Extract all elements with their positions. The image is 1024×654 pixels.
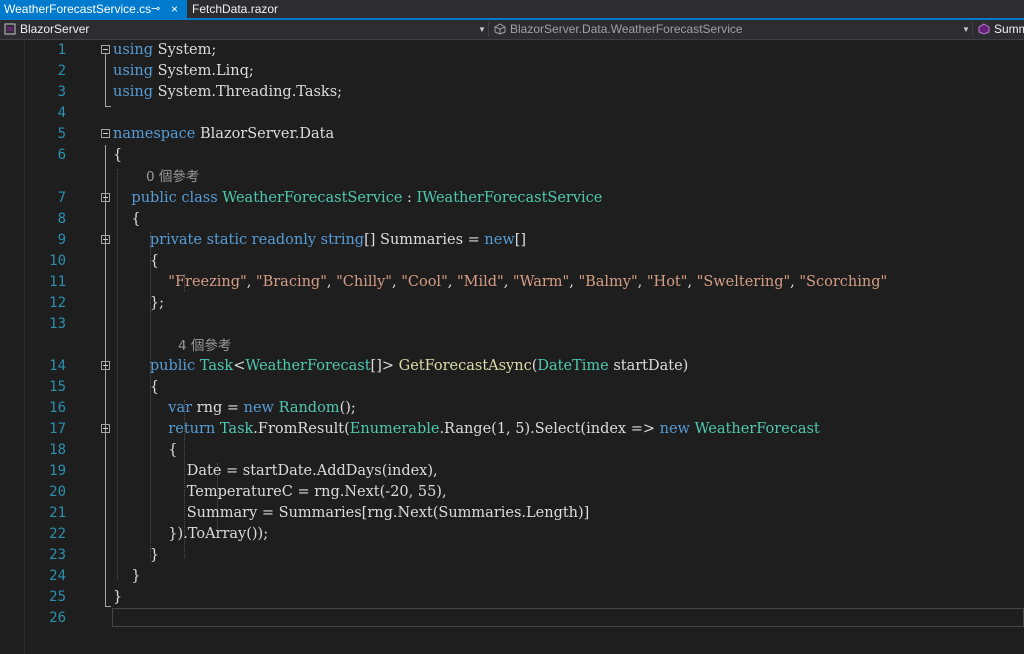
line-number: 26 [49, 610, 66, 626]
code-line: 8 { [0, 209, 1024, 230]
divider [972, 22, 973, 37]
code-line: 6 { [0, 145, 1024, 166]
close-icon[interactable]: × [171, 0, 178, 18]
tab-fetchdata[interactable]: FetchData.razor [188, 0, 288, 18]
code-line: 21 Summary = Summaries[rng.Next(Summarie… [0, 503, 1024, 524]
code-line: 5 namespace BlazorServer.Data [0, 124, 1024, 145]
line-number: 12 [49, 295, 66, 311]
method-icon [978, 23, 990, 35]
line-number: 9 [57, 232, 66, 248]
code-line: 14 public Task<WeatherForecast[]> GetFor… [0, 356, 1024, 377]
type-dropdown[interactable]: BlazorServer.Data.WeatherForecastService [490, 20, 968, 39]
collapse-icon[interactable] [101, 129, 110, 138]
codelens-references[interactable]: 4 個參考 [0, 336, 1024, 357]
line-number: 6 [57, 147, 66, 163]
code-line: 17 return Task.FromResult(Enumerable.Ran… [0, 419, 1024, 440]
line-number: 24 [49, 568, 66, 584]
collapse-icon[interactable] [101, 424, 110, 433]
code-line: 15 { [0, 377, 1024, 398]
pin-icon[interactable]: ⊸ [151, 0, 160, 18]
code-editor[interactable]: 1 using System; 2 using System.Linq; 3 u… [0, 40, 1024, 654]
divider [488, 22, 489, 37]
navigation-bar: BlazorServer ▼ BlazorServer.Data.Weather… [0, 20, 1024, 40]
line-number: 11 [49, 274, 66, 290]
line-number: 19 [49, 463, 66, 479]
line-number: 23 [49, 547, 66, 563]
line-number: 5 [57, 126, 66, 142]
project-name: BlazorServer [20, 22, 90, 36]
code-line: 11 "Freezing", "Bracing", "Chilly", "Coo… [0, 272, 1024, 293]
line-number: 4 [57, 105, 66, 121]
type-name: BlazorServer.Data.WeatherForecastService [510, 22, 743, 36]
code-line: 10 { [0, 251, 1024, 272]
code-line-current[interactable]: 26 [0, 608, 1024, 629]
line-number: 15 [49, 379, 66, 395]
code-line: 4 [0, 103, 1024, 124]
member-dropdown[interactable]: Summ [974, 20, 1024, 39]
code-line: 25 } [0, 587, 1024, 608]
line-number: 17 [49, 421, 66, 437]
collapse-icon[interactable] [101, 45, 110, 54]
csharp-project-icon [4, 23, 16, 35]
chevron-down-icon[interactable]: ▼ [478, 20, 486, 39]
code-line: 1 using System; [0, 40, 1024, 61]
line-number: 14 [49, 358, 66, 374]
line-number: 18 [49, 442, 66, 458]
tab-weatherforecastservice[interactable]: WeatherForecastService.cs ⊸ × [0, 0, 187, 18]
code-line: 3 using System.Threading.Tasks; [0, 82, 1024, 103]
code-line: 13 [0, 314, 1024, 335]
code-line: 22 }).ToArray()); [0, 524, 1024, 545]
collapse-icon[interactable] [101, 361, 110, 370]
line-number: 16 [49, 400, 66, 416]
line-number: 22 [49, 526, 66, 542]
line-number: 7 [57, 190, 66, 206]
code-line: 9 private static readonly string[] Summa… [0, 230, 1024, 251]
class-icon [494, 23, 506, 35]
code-line: 20 TemperatureC = rng.Next(-20, 55), [0, 482, 1024, 503]
collapse-icon[interactable] [101, 193, 110, 202]
chevron-down-icon[interactable]: ▼ [962, 20, 970, 39]
project-dropdown[interactable]: BlazorServer [0, 20, 470, 39]
line-number: 2 [57, 63, 66, 79]
line-number: 10 [49, 253, 66, 269]
code-line: 12 }; [0, 293, 1024, 314]
current-line-highlight [112, 608, 1024, 627]
collapse-icon[interactable] [101, 235, 110, 244]
code-line: 24 } [0, 566, 1024, 587]
code-line: 16 var rng = new Random(); [0, 398, 1024, 419]
tab-label: FetchData.razor [192, 2, 279, 16]
codelens-references[interactable]: 0 個參考 [0, 167, 1024, 188]
code-line: 2 using System.Linq; [0, 61, 1024, 82]
line-number: 20 [49, 484, 66, 500]
line-number: 13 [49, 316, 66, 332]
document-tab-bar: WeatherForecastService.cs ⊸ × FetchData.… [0, 0, 1024, 20]
code-line: 23 } [0, 545, 1024, 566]
line-number: 3 [57, 84, 66, 100]
code-line: 18 { [0, 440, 1024, 461]
code-line: 19 Date = startDate.AddDays(index), [0, 461, 1024, 482]
tab-label: WeatherForecastService.cs [4, 2, 152, 16]
line-number: 25 [49, 589, 66, 605]
member-name: Summ [994, 22, 1024, 36]
line-number: 1 [57, 42, 66, 58]
line-number: 8 [57, 211, 66, 227]
code-line: 7 public class WeatherForecastService : … [0, 188, 1024, 209]
line-number: 21 [49, 505, 66, 521]
